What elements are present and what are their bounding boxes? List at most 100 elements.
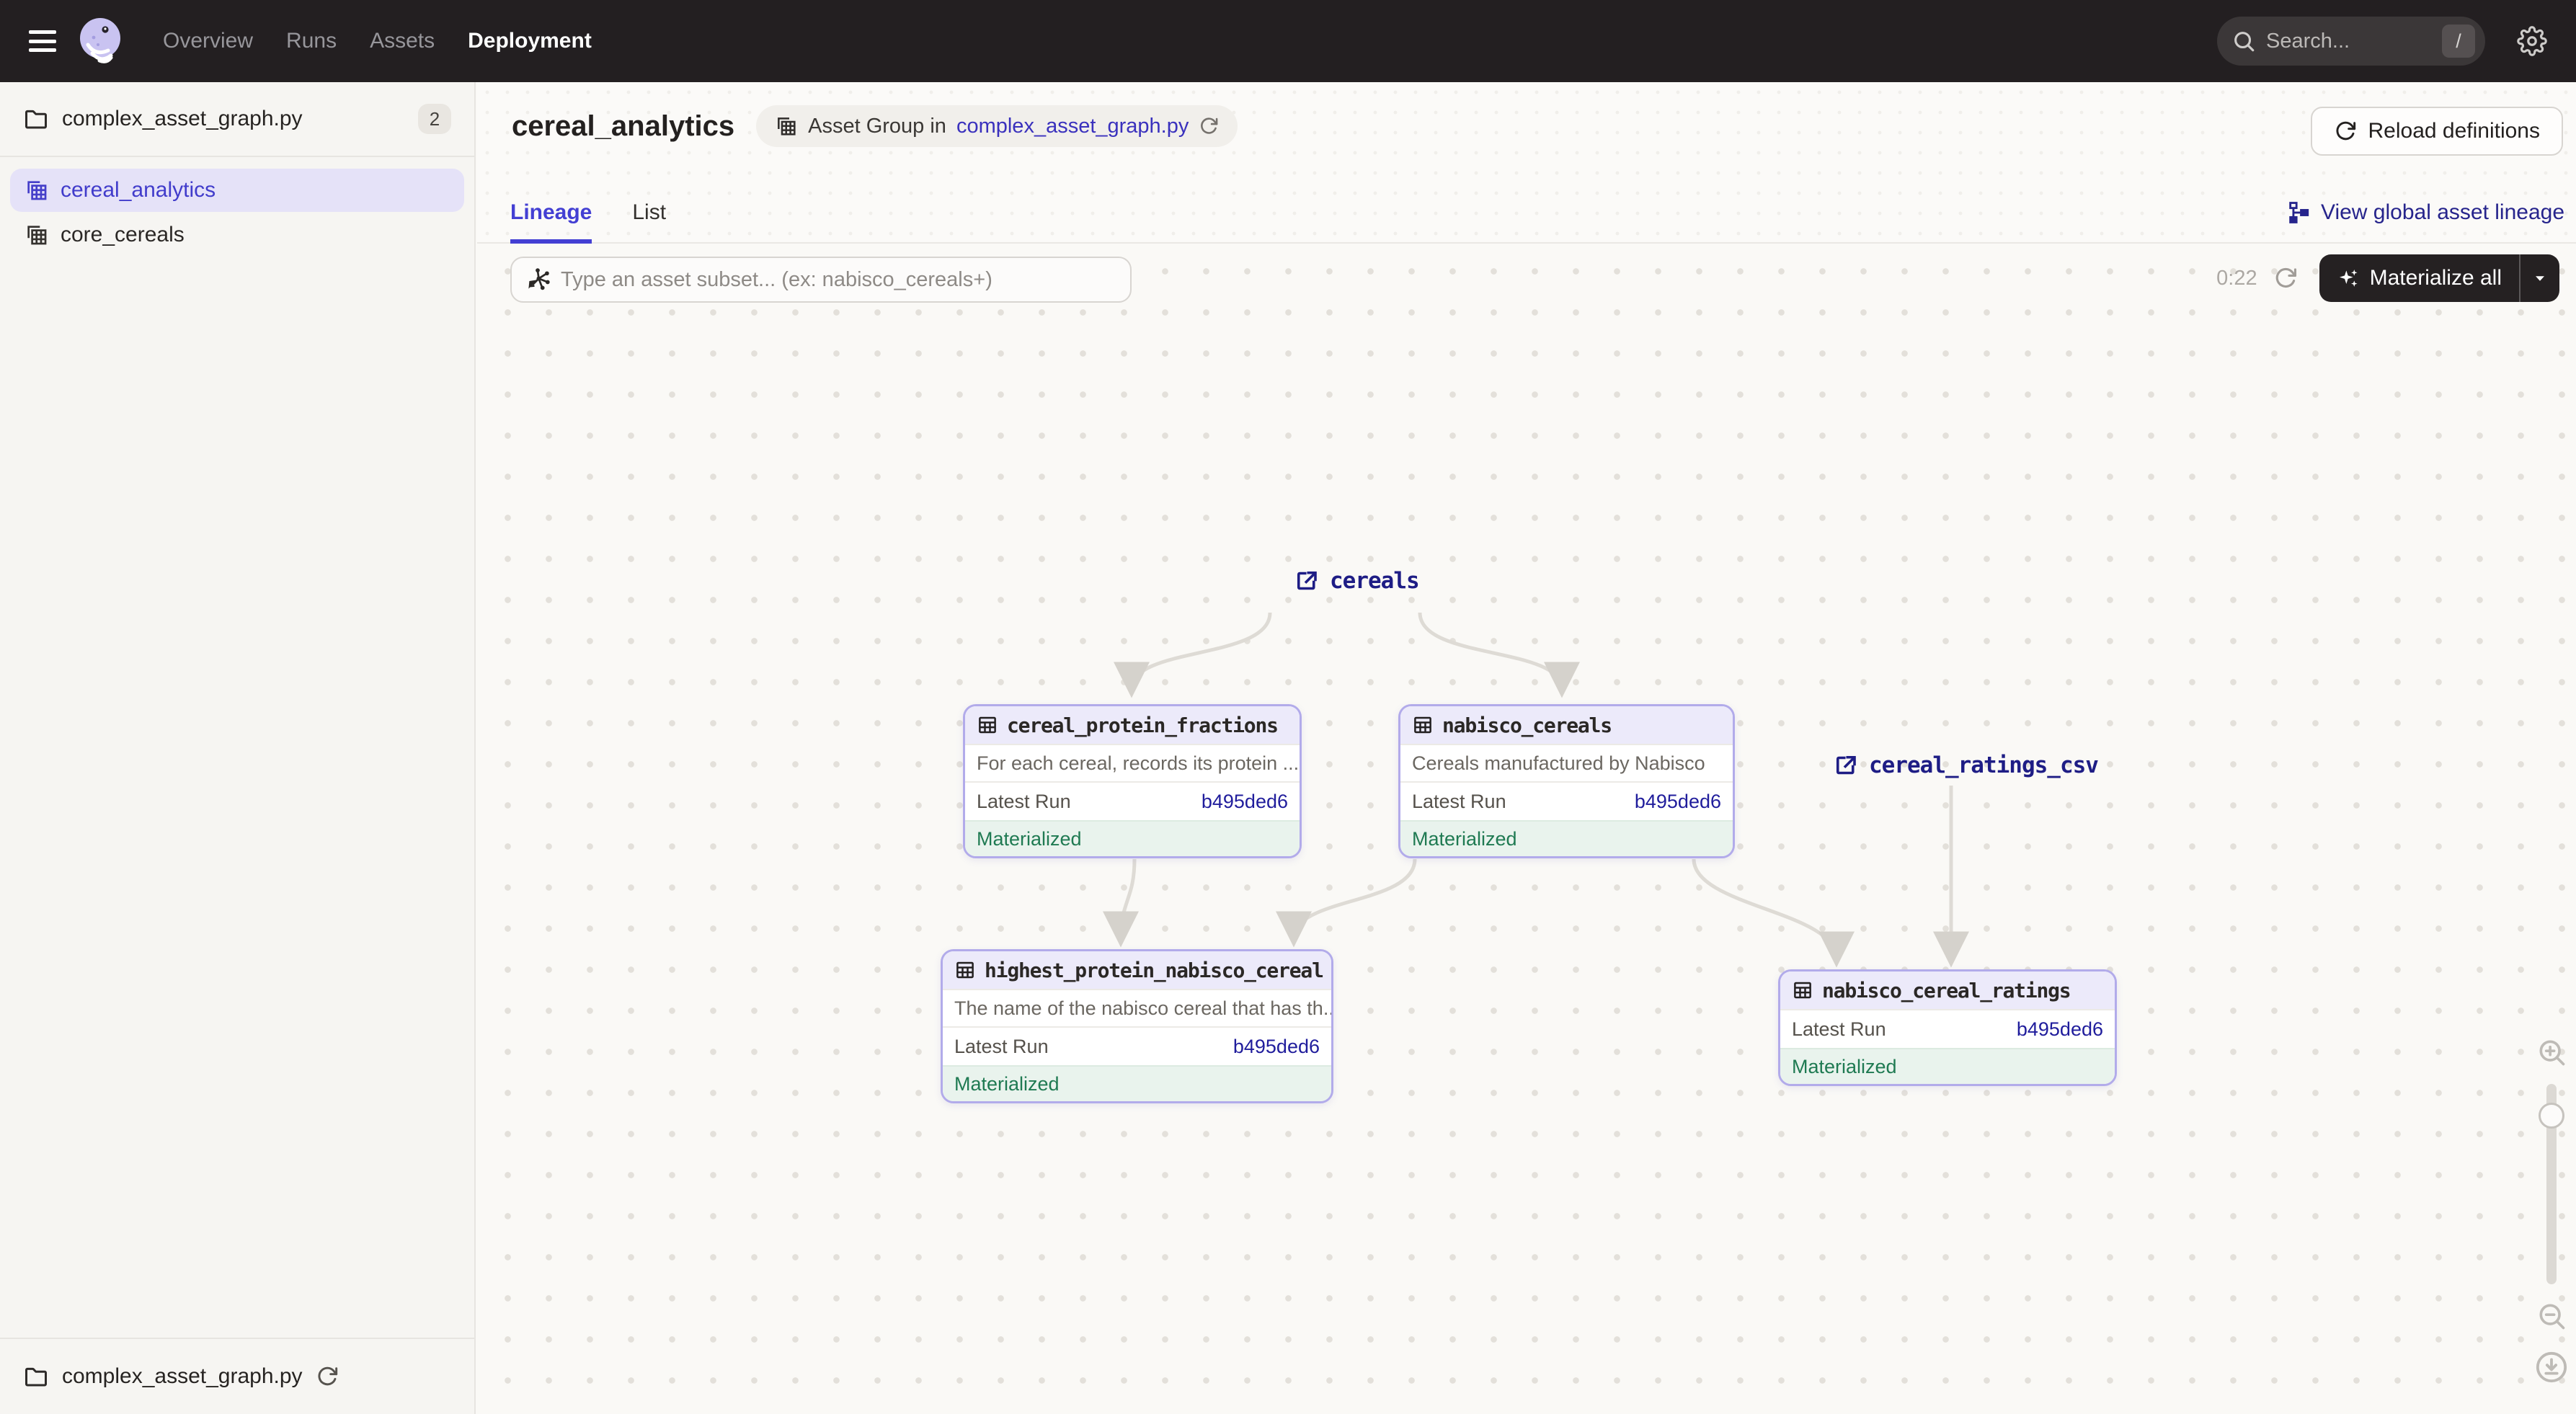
status-badge: Materialized [965, 820, 1300, 856]
materialize-all-label: Materialize all [2370, 266, 2502, 290]
code-location-name: complex_asset_graph.py [62, 107, 303, 131]
asset-group-icon [25, 178, 49, 203]
code-location-sidebar: complex_asset_graph.py 2 cereal_analytic… [0, 82, 476, 1414]
asset-name: highest_protein_nabisco_cereal [985, 959, 1323, 982]
materialize-cluster: 0:22 Materialize all [2216, 254, 2559, 302]
tab-list[interactable]: List [632, 200, 666, 244]
page-title: cereal_analytics [512, 110, 734, 143]
nav-runs[interactable]: Runs [286, 29, 337, 53]
query-timer: 0:22 [2216, 267, 2257, 290]
table-icon [1412, 714, 1434, 736]
search-input[interactable] [2266, 30, 2389, 53]
asset-description: For each cereal, records its protein ... [965, 744, 1300, 781]
zoom-controls [2533, 1036, 2570, 1384]
sidebar-item-cereal-analytics[interactable]: cereal_analytics [10, 169, 464, 212]
materialize-options-dropdown[interactable] [2521, 254, 2559, 302]
edge-cereals-to-protein-fractions [1132, 613, 1270, 689]
main-content: cereal_analytics Asset Group in complex_… [477, 82, 2576, 1414]
asset-group-header: cereal_analytics Asset Group in complex_… [477, 82, 2576, 244]
status-badge: Materialized [943, 1065, 1331, 1101]
latest-run-label: Latest Run [954, 1036, 1049, 1058]
sidebar-item-label: core_cereals [61, 223, 185, 247]
zoom-slider[interactable] [2546, 1084, 2557, 1284]
sparkle-icon [2337, 267, 2360, 290]
view-tabs: Lineage List [510, 200, 666, 244]
asset-group-list: cereal_analytics core_cereals [0, 157, 474, 257]
run-id-link[interactable]: b495ded6 [1233, 1036, 1320, 1058]
table-icon [1792, 979, 1813, 1001]
edge-cereals-to-nabisco-cereals [1420, 613, 1562, 689]
zoom-out-icon[interactable] [2536, 1300, 2567, 1332]
refresh-icon[interactable] [1199, 116, 1219, 136]
external-asset-label: cereals [1330, 568, 1419, 594]
latest-run-label: Latest Run [977, 791, 1071, 813]
reload-definitions-label: Reload definitions [2368, 119, 2541, 143]
asset-group-icon [775, 115, 798, 138]
reload-icon [2334, 120, 2357, 143]
dagster-app: Overview Runs Assets Deployment / comple [0, 0, 2576, 1414]
global-lineage-label: View global asset lineage [2321, 200, 2564, 225]
asset-group-icon [25, 223, 49, 247]
footer-code-location-name: complex_asset_graph.py [62, 1364, 303, 1389]
asset-node-cereal-protein-fractions[interactable]: cereal_protein_fractions For each cereal… [963, 704, 1302, 858]
sidebar-footer: complex_asset_graph.py [0, 1338, 474, 1414]
asset-group-badge-text: Asset Group in [808, 115, 946, 138]
external-link-icon [1294, 568, 1320, 594]
settings-gear-icon[interactable] [2517, 26, 2547, 56]
asset-group-badge: Asset Group in complex_asset_graph.py [756, 105, 1238, 147]
top-nav-links: Overview Runs Assets Deployment [163, 29, 592, 53]
asset-name: nabisco_cereal_ratings [1822, 979, 2070, 1002]
run-id-link[interactable]: b495ded6 [1202, 791, 1288, 813]
nav-deployment[interactable]: Deployment [468, 29, 592, 53]
global-search[interactable]: / [2217, 17, 2485, 66]
folder-icon [23, 1364, 49, 1389]
hamburger-menu-icon[interactable] [29, 30, 56, 52]
table-icon [954, 959, 976, 981]
zoom-in-icon[interactable] [2536, 1036, 2567, 1068]
tab-lineage[interactable]: Lineage [510, 200, 592, 244]
asset-subset-input[interactable] [561, 268, 1117, 292]
external-asset-cereal-ratings-csv[interactable]: cereal_ratings_csv [1833, 752, 2098, 778]
sidebar-item-label: cereal_analytics [61, 178, 216, 203]
download-graph-icon[interactable] [2535, 1351, 2568, 1384]
asset-node-nabisco-cereals[interactable]: nabisco_cereals Cereals manufactured by … [1398, 704, 1735, 858]
zoom-slider-handle[interactable] [2539, 1103, 2564, 1129]
reload-definitions-button[interactable]: Reload definitions [2311, 107, 2564, 156]
reload-location-icon[interactable] [316, 1365, 339, 1388]
nav-assets[interactable]: Assets [370, 29, 435, 53]
search-icon [2231, 29, 2256, 53]
external-link-icon [1833, 752, 1859, 778]
search-shortcut-badge: / [2442, 25, 2475, 58]
run-id-link[interactable]: b495ded6 [2017, 1018, 2103, 1041]
asset-node-highest-protein-nabisco-cereal[interactable]: highest_protein_nabisco_cereal The name … [941, 949, 1333, 1103]
sidebar-item-core-cereals[interactable]: core_cereals [10, 213, 464, 257]
code-location-header[interactable]: complex_asset_graph.py 2 [0, 82, 474, 157]
edge-protein-to-highest-protein [1121, 859, 1134, 938]
table-icon [977, 714, 998, 736]
run-id-link[interactable]: b495ded6 [1635, 791, 1721, 813]
chevron-down-icon [2531, 269, 2549, 288]
asset-lineage-graph[interactable]: 0:22 Materialize all [477, 244, 2576, 1414]
asset-name: cereal_protein_fractions [1007, 713, 1278, 737]
edge-nabisco-to-highest-protein [1294, 859, 1415, 938]
view-global-asset-lineage-link[interactable]: View global asset lineage [2286, 200, 2564, 225]
external-asset-cereals[interactable]: cereals [1294, 568, 1419, 594]
materialize-all-button[interactable]: Materialize all [2319, 254, 2559, 302]
code-location-link[interactable]: complex_asset_graph.py [956, 115, 1189, 138]
asset-description: Cereals manufactured by Nabisco [1400, 744, 1733, 781]
edge-nabisco-to-ratings [1694, 859, 1836, 959]
nav-overview[interactable]: Overview [163, 29, 253, 53]
status-badge: Materialized [1400, 820, 1733, 856]
asset-description: The name of the nabisco cereal that has … [943, 989, 1331, 1026]
refresh-graph-icon[interactable] [2273, 266, 2298, 290]
asset-subset-icon [525, 267, 551, 293]
asset-node-nabisco-cereal-ratings[interactable]: nabisco_cereal_ratings Latest Run b495de… [1778, 969, 2117, 1086]
asset-subset-filter[interactable] [510, 257, 1132, 303]
lineage-graph-icon [2286, 200, 2311, 225]
dagster-logo[interactable] [78, 17, 125, 65]
asset-group-count-badge: 2 [418, 104, 451, 134]
external-asset-label: cereal_ratings_csv [1869, 752, 2098, 778]
asset-name: nabisco_cereals [1442, 713, 1612, 737]
latest-run-label: Latest Run [1792, 1018, 1886, 1041]
status-badge: Materialized [1780, 1048, 2115, 1084]
